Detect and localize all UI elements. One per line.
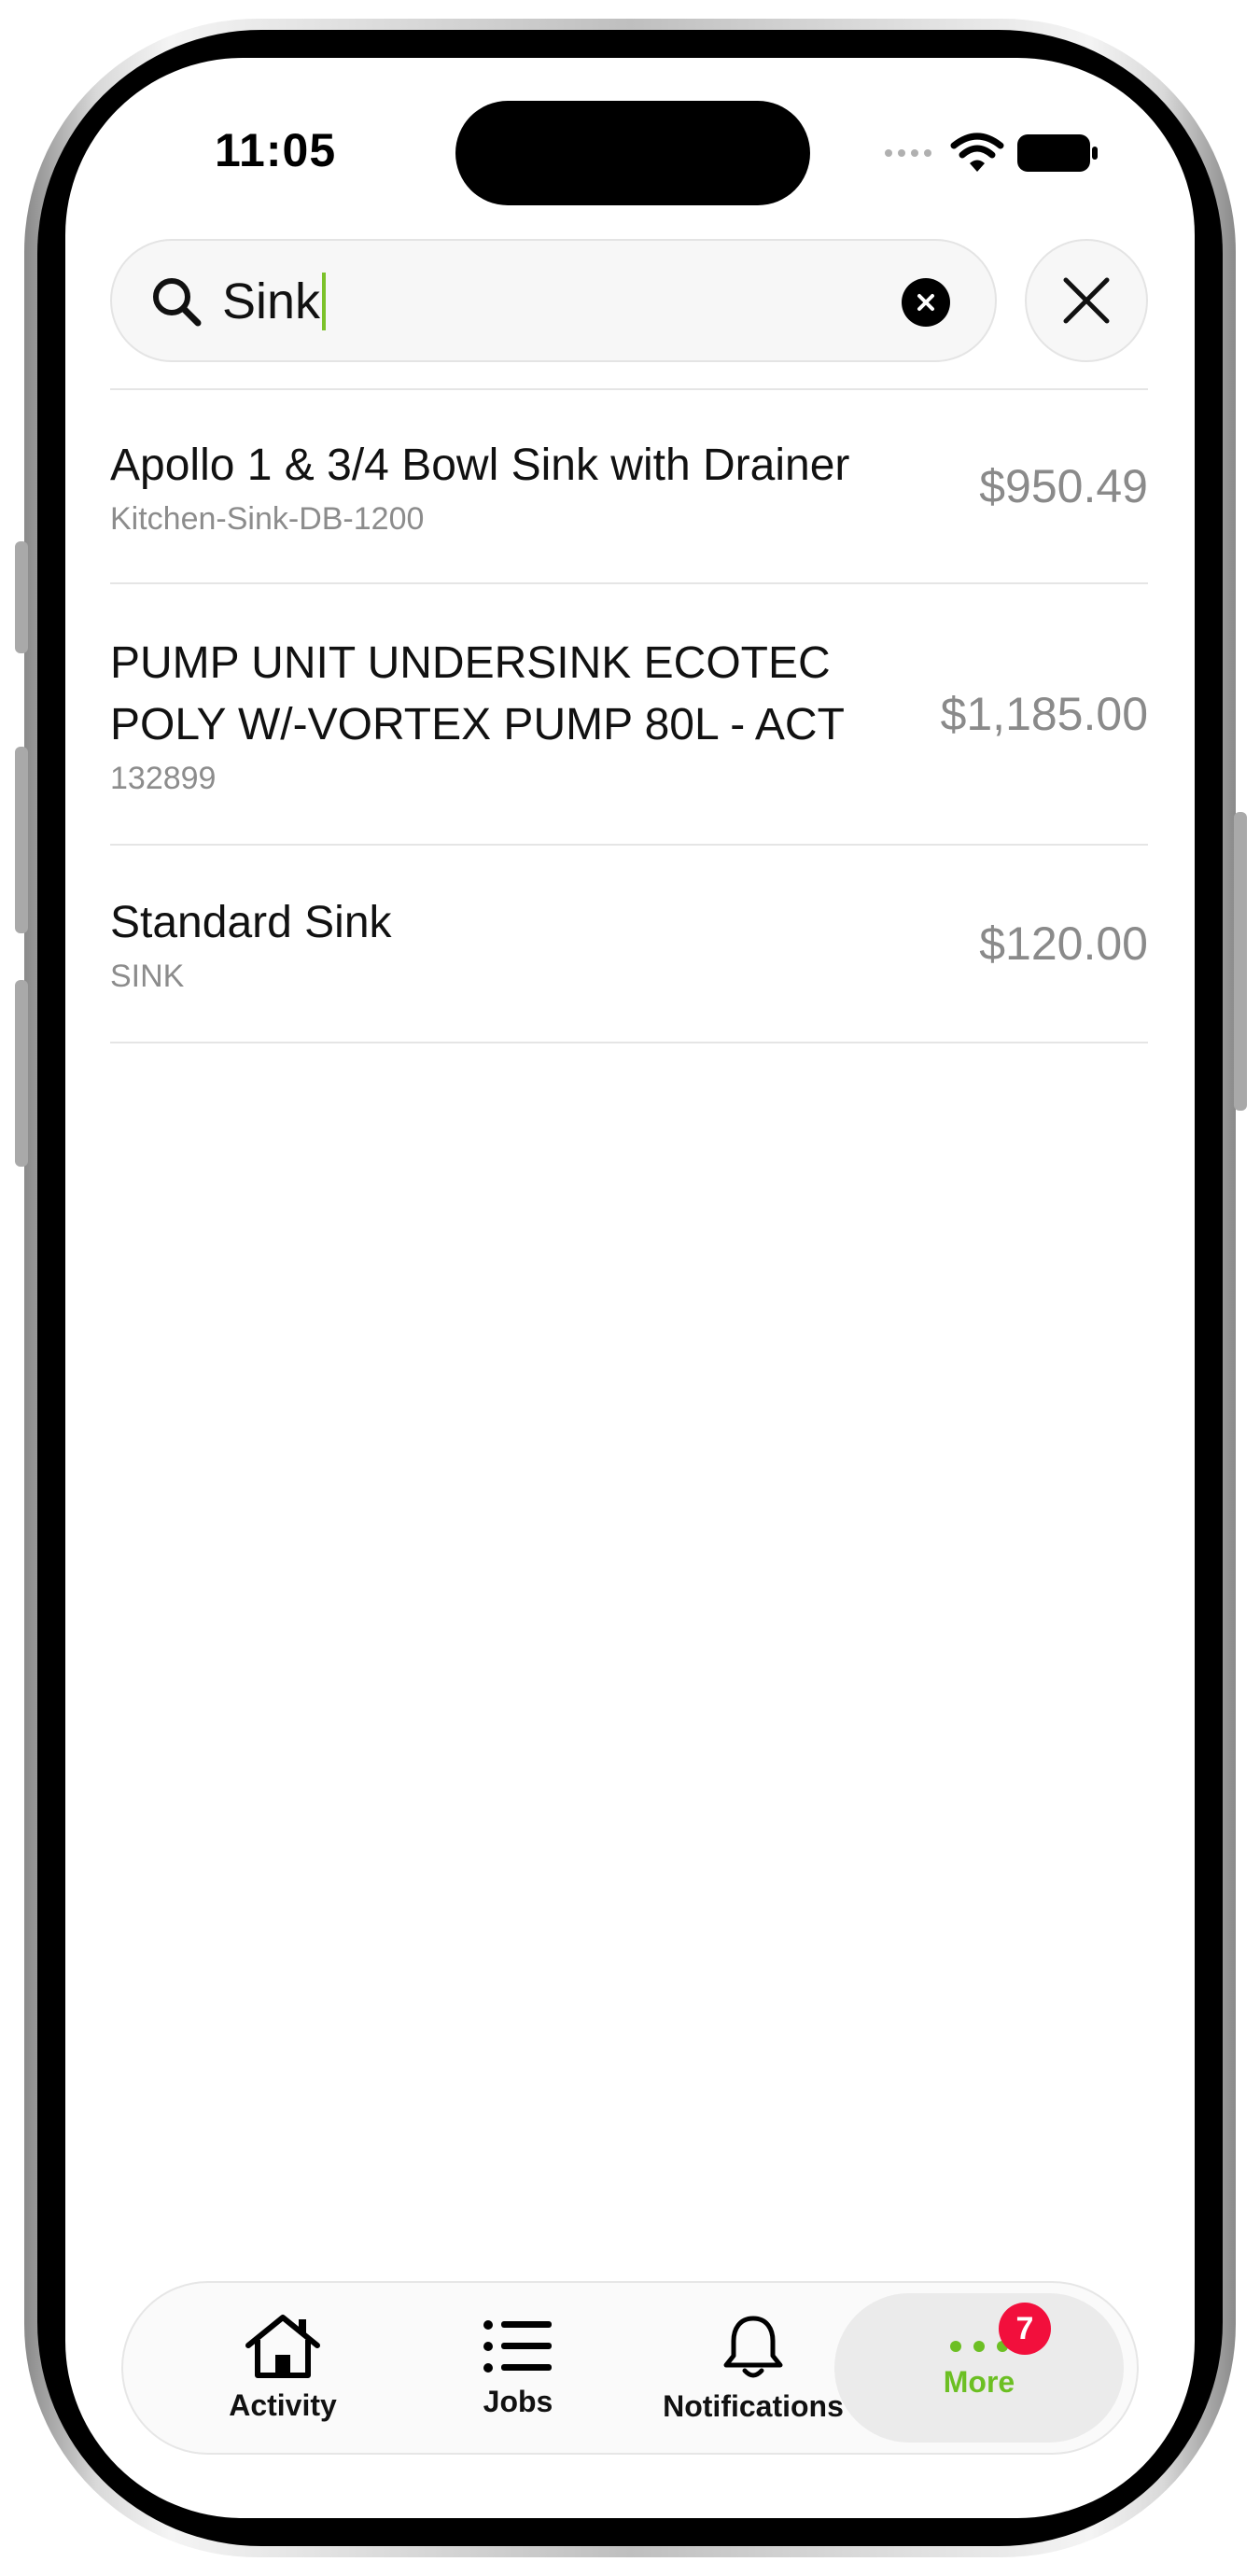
item-price: $950.49 <box>979 460 1148 512</box>
bell-icon <box>723 2316 783 2377</box>
action-button <box>15 541 28 653</box>
cellular-signal-icon <box>885 149 931 157</box>
close-icon <box>1063 277 1110 324</box>
item-price: $120.00 <box>979 917 1148 970</box>
list-item[interactable]: Apollo 1 & 3/4 Bowl Sink with Drainer Ki… <box>110 435 1148 539</box>
tab-jobs[interactable]: Jobs <box>401 2283 635 2453</box>
wifi-icon <box>950 133 1004 172</box>
tab-bar: Activity Jobs Notifications More 7 <box>121 2281 1139 2455</box>
search-input[interactable]: Sink <box>222 271 327 332</box>
list-item[interactable]: PUMP UNIT UNDERSINK ECOTEC POLY W/-VORTE… <box>110 633 1148 799</box>
screen: 11:05 Sink Apollo 1 & 3/4 Bowl Sink with… <box>65 58 1195 2518</box>
tab-label: Jobs <box>483 2384 553 2418</box>
volume-up-button <box>15 747 28 933</box>
search-icon <box>153 278 202 327</box>
list-icon <box>483 2319 552 2373</box>
text-caret <box>322 273 327 330</box>
divider <box>110 388 1148 390</box>
divider <box>110 844 1148 846</box>
status-time: 11:05 <box>215 124 337 176</box>
status-icons <box>885 133 1099 174</box>
list-item[interactable]: Standard Sink SINK $120.00 <box>110 892 1148 997</box>
power-button <box>1234 812 1247 1111</box>
tab-activity[interactable]: Activity <box>166 2283 399 2453</box>
tab-more[interactable]: More 7 <box>834 2293 1124 2443</box>
tab-label: Activity <box>229 2387 337 2422</box>
divider <box>110 1042 1148 1043</box>
divider <box>110 582 1148 584</box>
close-search-button[interactable] <box>1025 239 1148 362</box>
dynamic-island <box>455 101 810 205</box>
item-name-line-1: PUMP UNIT UNDERSINK ECOTEC <box>110 638 831 688</box>
house-icon <box>245 2314 320 2378</box>
tab-label: More <box>943 2364 1015 2399</box>
battery-icon <box>1017 134 1098 172</box>
notification-badge: 7 <box>999 2303 1051 2355</box>
tab-label: Notifications <box>663 2388 844 2423</box>
item-price: $1,185.00 <box>940 688 1148 740</box>
clear-search-button[interactable] <box>902 278 950 327</box>
item-code: 132899 <box>110 761 217 796</box>
clear-icon <box>917 294 934 311</box>
search-query-text: Sink <box>222 273 321 329</box>
search-field[interactable]: Sink <box>110 239 997 362</box>
volume-down-button <box>15 980 28 1167</box>
